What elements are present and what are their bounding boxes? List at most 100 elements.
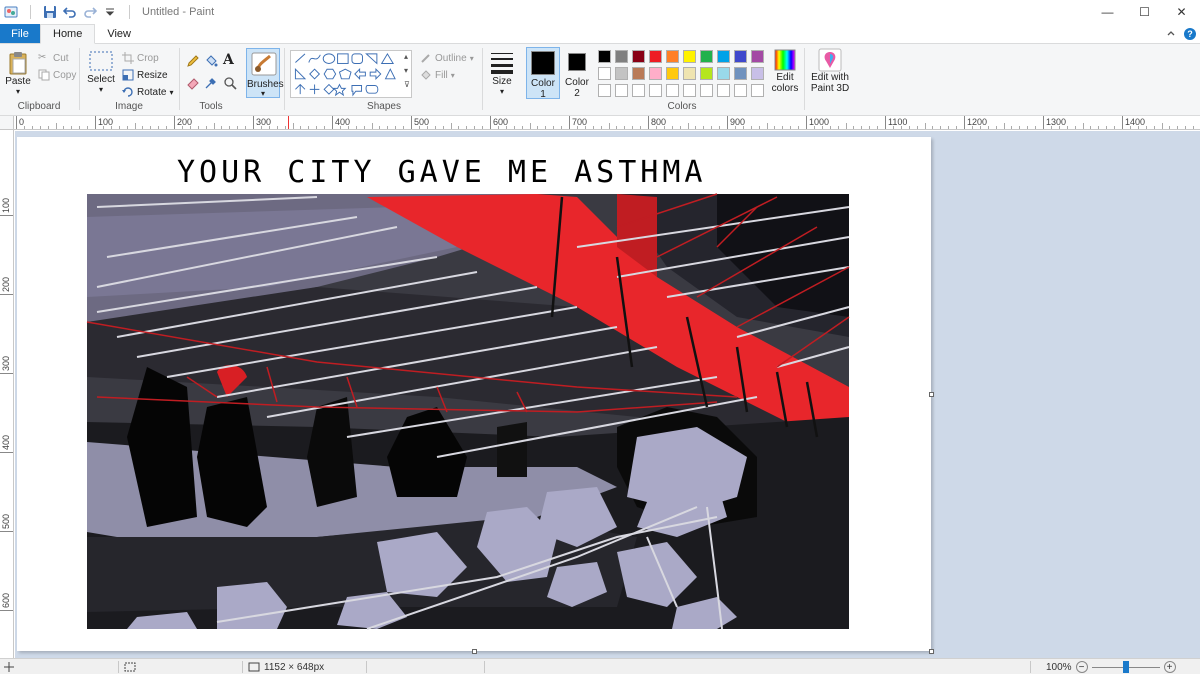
help-icon[interactable]: ? xyxy=(1184,27,1196,40)
palette-swatch[interactable] xyxy=(717,50,730,63)
palette-swatch[interactable] xyxy=(700,50,713,63)
palette-swatch[interactable] xyxy=(649,67,662,80)
fill-bucket-icon[interactable] xyxy=(204,54,218,68)
crop-button[interactable]: Crop xyxy=(122,52,159,64)
tab-file[interactable]: File xyxy=(0,24,40,43)
ruler-minor-tick xyxy=(608,123,610,129)
edit-with-paint3d-button[interactable]: Edit with Paint 3D xyxy=(808,48,852,94)
zoom-out-button[interactable]: − xyxy=(1075,661,1088,673)
palette-swatch[interactable] xyxy=(700,67,713,80)
undo-icon[interactable] xyxy=(63,5,77,19)
close-button[interactable]: ✕ xyxy=(1163,0,1200,24)
cut-button[interactable]: ✂ Cut xyxy=(38,52,69,64)
zoom-in-button[interactable]: + xyxy=(1163,661,1176,673)
select-dropdown-icon[interactable]: ▾ xyxy=(99,85,103,94)
shapes-gallery[interactable] xyxy=(290,50,412,98)
palette-swatch[interactable] xyxy=(632,67,645,80)
palette-swatch[interactable] xyxy=(615,84,628,97)
ruler-minor-tick xyxy=(845,123,847,129)
ruler-minor-tick xyxy=(229,126,231,129)
color1-button[interactable]: Color 1 xyxy=(526,47,560,100)
palette-swatch[interactable] xyxy=(598,50,611,63)
palette-swatch[interactable] xyxy=(598,84,611,97)
copy-button[interactable]: Copy xyxy=(38,69,76,81)
ruler-minor-tick xyxy=(537,126,539,129)
palette-swatch[interactable] xyxy=(666,67,679,80)
ruler-minor-tick xyxy=(908,126,910,129)
paste-button[interactable]: Paste ▾ xyxy=(4,50,32,96)
palette-swatch[interactable] xyxy=(683,67,696,80)
ruler-minor-tick xyxy=(900,126,902,129)
resize-handle-bottom[interactable] xyxy=(472,649,477,654)
collapse-ribbon-icon[interactable] xyxy=(1166,29,1176,39)
copy-icon xyxy=(38,69,50,81)
palette-swatch[interactable] xyxy=(717,84,730,97)
magnifier-icon[interactable] xyxy=(223,76,237,90)
eraser-icon[interactable] xyxy=(186,76,200,90)
maximize-button[interactable]: ☐ xyxy=(1126,0,1163,24)
palette-swatch[interactable] xyxy=(683,50,696,63)
minimize-button[interactable]: — xyxy=(1089,0,1126,24)
drawing-canvas[interactable]: YOUR CITY GAVE ME ASTHMA xyxy=(17,137,934,654)
ruler-minor-tick xyxy=(719,126,721,129)
palette-swatch[interactable] xyxy=(717,67,730,80)
redo-icon[interactable] xyxy=(83,5,97,19)
brushes-button[interactable]: Brushes ▾ xyxy=(246,48,284,98)
shapes-expand-icon[interactable]: ⊽ xyxy=(404,80,410,89)
palette-swatch[interactable] xyxy=(734,84,747,97)
edit-colors-button[interactable]: Edit colors xyxy=(768,48,802,94)
zoom-slider-thumb[interactable] xyxy=(1122,661,1129,673)
palette-swatch[interactable] xyxy=(683,84,696,97)
ruler-minor-tick xyxy=(655,126,657,129)
ruler-minor-tick xyxy=(798,126,800,129)
select-button[interactable]: Select ▾ xyxy=(86,50,116,94)
tab-view[interactable]: View xyxy=(95,24,143,43)
rotate-dropdown-icon[interactable]: ▾ xyxy=(169,88,173,97)
palette-swatch[interactable] xyxy=(649,84,662,97)
color2-button[interactable]: Color 2 xyxy=(562,47,592,99)
pencil-icon[interactable] xyxy=(186,54,200,68)
status-bar: 1152 × 648px 100% − + xyxy=(0,658,1200,674)
palette-swatch[interactable] xyxy=(615,67,628,80)
text-tool-icon[interactable]: A xyxy=(223,52,234,68)
color-picker-icon[interactable] xyxy=(204,76,218,90)
outline-button[interactable]: Outline ▾ xyxy=(420,52,474,64)
paste-dropdown-icon[interactable]: ▾ xyxy=(16,87,20,96)
save-icon[interactable] xyxy=(43,5,57,19)
size-button[interactable]: Size ▾ xyxy=(486,50,518,96)
palette-swatch[interactable] xyxy=(649,50,662,63)
ruler-minor-tick xyxy=(837,126,839,129)
tab-home[interactable]: Home xyxy=(40,24,96,44)
palette-swatch[interactable] xyxy=(666,84,679,97)
resize-button[interactable]: Resize xyxy=(122,69,168,81)
palette-swatch[interactable] xyxy=(666,50,679,63)
customize-toolbar-chevron-icon[interactable] xyxy=(103,5,117,19)
divider xyxy=(366,661,367,673)
palette-swatch[interactable] xyxy=(734,50,747,63)
ruler-minor-tick xyxy=(829,126,831,129)
fill-button[interactable]: Fill ▾ xyxy=(420,69,455,81)
resize-handle-corner[interactable] xyxy=(929,649,934,654)
zoom-slider[interactable] xyxy=(1091,661,1160,673)
palette-swatch[interactable] xyxy=(598,67,611,80)
shapes-scroll-up-icon[interactable]: ▴ xyxy=(404,52,408,61)
palette-swatch[interactable] xyxy=(751,84,764,97)
ruler-minor-tick xyxy=(1114,126,1116,129)
palette-swatch[interactable] xyxy=(615,50,628,63)
palette-swatch[interactable] xyxy=(734,67,747,80)
resize-handle-right[interactable] xyxy=(929,392,934,397)
ruler-minor-tick xyxy=(892,126,894,129)
shapes-scroll-down-icon[interactable]: ▾ xyxy=(404,66,408,75)
ruler-label: 300 xyxy=(1,355,11,371)
ruler-minor-tick xyxy=(1003,123,1005,129)
paste-icon xyxy=(9,52,27,75)
brush-icon xyxy=(251,52,277,76)
palette-swatch[interactable] xyxy=(751,50,764,63)
rotate-button[interactable]: Rotate ▾ xyxy=(122,86,173,98)
palette-swatch[interactable] xyxy=(632,84,645,97)
palette-swatch[interactable] xyxy=(632,50,645,63)
palette-swatch[interactable] xyxy=(751,67,764,80)
ruler-minor-tick xyxy=(403,126,405,129)
palette-swatch[interactable] xyxy=(700,84,713,97)
ruler-minor-tick xyxy=(616,126,618,129)
